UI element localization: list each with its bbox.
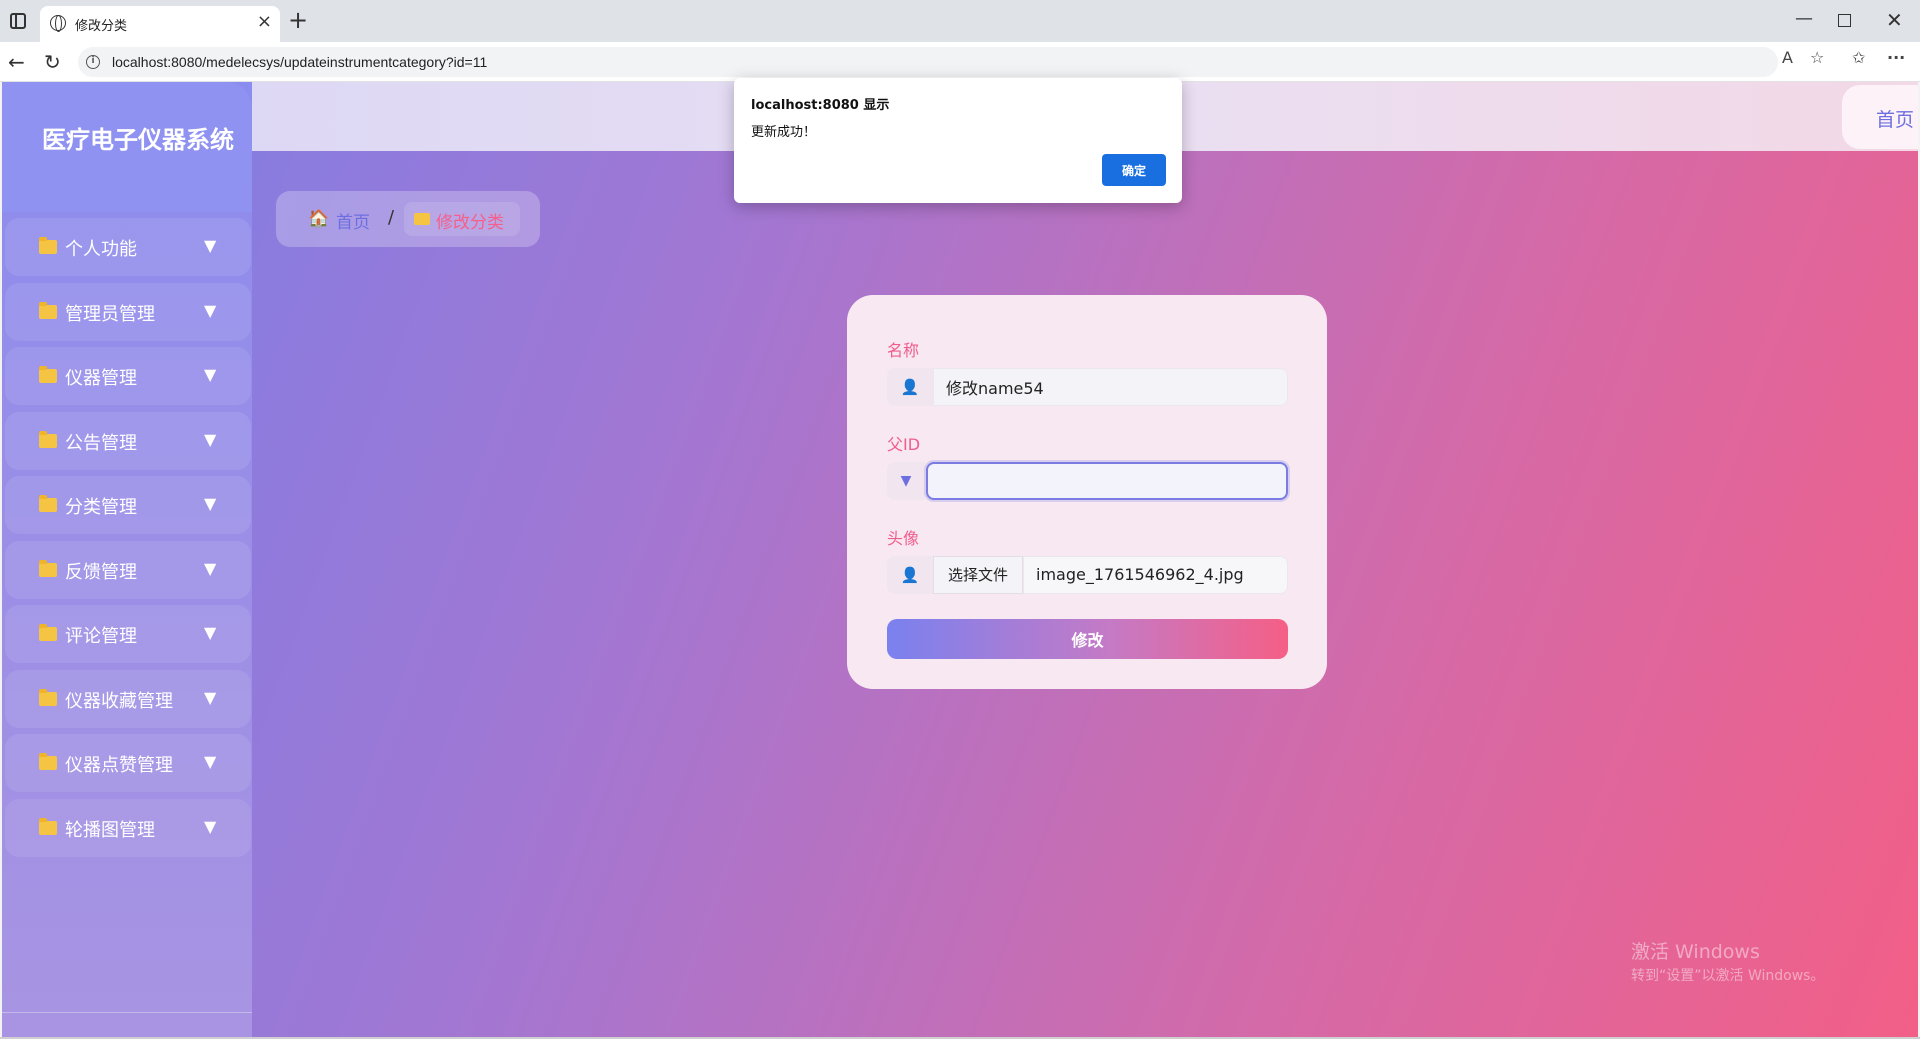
chevron-down-icon: ▼ — [204, 236, 217, 255]
folder-icon — [39, 237, 57, 254]
sidebar-item-label: 分类管理 — [65, 497, 137, 518]
alert-ok-button[interactable]: 确定 — [1102, 154, 1166, 186]
alert-title: localhost:8080 显示 — [751, 98, 890, 113]
system-title: 医疗电子仪器系统 — [42, 126, 234, 154]
close-window-button[interactable]: ✕ — [1886, 8, 1903, 32]
sidebar-item-label: 仪器点赞管理 — [65, 755, 173, 776]
sidebar-item-label: 仪器收藏管理 — [65, 690, 173, 712]
folder-icon — [39, 753, 57, 770]
avatar-input-group: 👤 选择文件 image_1761546962_4.jpg — [887, 556, 1288, 594]
favorites-icon[interactable]: ✩ — [1852, 48, 1865, 67]
parent-id-select[interactable] — [926, 462, 1288, 500]
browser-tab[interactable]: 修改分类 × — [40, 6, 280, 42]
folder-icon — [39, 366, 57, 383]
folder-icon — [39, 624, 57, 641]
sidebar-item-personal[interactable]: 个人功能 ▼ — [5, 218, 251, 276]
site-info-icon[interactable]: i — [86, 55, 100, 69]
url-text[interactable]: localhost:8080/medelecsys/updateinstrume… — [112, 54, 487, 70]
folder-icon — [39, 495, 57, 512]
sidebar-header: 医疗电子仪器系统 — [2, 82, 252, 212]
globe-icon — [50, 15, 66, 32]
browser-tab-bar: 修改分类 × + — ✕ — [0, 0, 1920, 42]
folder-icon — [39, 817, 57, 835]
activation-watermark-text: 转到“设置”以激活 Windows。 — [1631, 968, 1825, 984]
sidebar-item-label: 评论管理 — [65, 626, 137, 647]
avatar-label: 头像 — [887, 529, 920, 548]
tab-actions-icon[interactable] — [10, 13, 26, 29]
sidebar-item-feedback[interactable]: 反馈管理 ▼ — [5, 540, 251, 599]
sidebar-item-label: 个人功能 — [65, 239, 137, 260]
sidebar-item-label: 反馈管理 — [65, 561, 137, 583]
chevron-down-icon: ▼ — [204, 365, 217, 384]
breadcrumb-home-link[interactable]: 首页 — [336, 208, 370, 233]
folder-icon — [39, 559, 57, 577]
home-icon: 🏠 — [308, 209, 330, 229]
name-input-group: 👤 — [887, 368, 1288, 406]
sidebar-item-comment[interactable]: 评论管理 ▼ — [5, 605, 251, 663]
sidebar-item-category[interactable]: 分类管理 ▼ — [5, 476, 251, 534]
chevron-down-icon[interactable]: ▼ — [887, 462, 925, 500]
maximize-button[interactable] — [1838, 14, 1851, 27]
submit-button[interactable]: 修改 — [887, 619, 1288, 659]
sidebar-item-label: 轮播图管理 — [65, 819, 155, 841]
url-field[interactable]: i localhost:8080/medelecsys/updateinstru… — [78, 47, 1778, 77]
chevron-down-icon: ▼ — [204, 429, 217, 449]
reload-icon[interactable]: ↻ — [44, 50, 61, 74]
sidebar-item-collect[interactable]: 仪器收藏管理 ▼ — [5, 669, 251, 728]
file-name-display: image_1761546962_4.jpg — [1023, 556, 1288, 594]
sidebar-item-label: 公告管理 — [65, 432, 137, 454]
parent-id-input-group: ▼ — [887, 462, 1288, 500]
sidebar-item-label: 仪器管理 — [65, 368, 137, 389]
folder-icon — [39, 688, 57, 706]
sidebar-item-admin[interactable]: 管理员管理 ▼ — [5, 282, 251, 341]
folder-icon — [39, 301, 57, 319]
tab-close-icon[interactable]: × — [257, 12, 272, 32]
breadcrumb: 🏠 首页 / 修改分类 — [276, 191, 540, 247]
parent-id-label: 父ID — [887, 435, 921, 454]
choose-file-button[interactable]: 选择文件 — [933, 556, 1023, 594]
folder-icon — [414, 213, 430, 225]
divider — [2, 1012, 252, 1013]
chevron-down-icon: ▼ — [204, 752, 217, 771]
chevron-down-icon: ▼ — [204, 623, 217, 642]
favorite-star-icon[interactable]: ☆ — [1810, 48, 1824, 67]
alert-message: 更新成功！ — [751, 125, 817, 140]
address-bar: ← ↻ i localhost:8080/medelecsys/updatein… — [0, 42, 1920, 82]
edit-category-form: 名称 👤 父ID ▼ 头像 👤 选择文件 image_1761546962_4.… — [847, 295, 1327, 689]
breadcrumb-separator: / — [388, 207, 395, 228]
sidebar: 医疗电子仪器系统 个人功能 ▼ 管理员管理 ▼ 仪器管理 ▼ 公告管理 ▼ 分类… — [2, 82, 252, 1037]
top-nav: 首页 退出 — [1842, 85, 1918, 149]
user-icon: 👤 — [887, 556, 933, 594]
user-icon: 👤 — [887, 368, 933, 406]
minimize-button[interactable]: — — [1795, 8, 1813, 29]
alert-dialog: localhost:8080 显示 更新成功！ 确定 — [734, 78, 1182, 203]
sidebar-item-instrument[interactable]: 仪器管理 ▼ — [5, 347, 251, 405]
activation-watermark-title: 激活 Windows — [1631, 941, 1760, 963]
more-menu-icon[interactable]: ··· — [1887, 48, 1905, 67]
read-aloud-icon[interactable]: A — [1782, 48, 1793, 67]
name-input[interactable] — [933, 368, 1288, 406]
tab-title: 修改分类 — [75, 19, 128, 34]
sidebar-menu: 个人功能 ▼ 管理员管理 ▼ 仪器管理 ▼ 公告管理 ▼ 分类管理 ▼ 反馈管理… — [5, 218, 251, 863]
sidebar-item-label: 管理员管理 — [65, 303, 155, 325]
chevron-down-icon: ▼ — [204, 687, 217, 707]
new-tab-button[interactable]: + — [288, 8, 308, 32]
page-viewport: 首页 退出 医疗电子仪器系统 个人功能 ▼ 管理员管理 ▼ 仪器管理 ▼ — [2, 82, 1918, 1037]
chevron-down-icon: ▼ — [204, 494, 217, 513]
name-label: 名称 — [887, 341, 920, 360]
chevron-down-icon: ▼ — [204, 300, 217, 320]
nav-home-link[interactable]: 首页 — [1876, 105, 1914, 132]
breadcrumb-current-label: 修改分类 — [436, 213, 504, 233]
folder-icon — [39, 430, 57, 448]
breadcrumb-current: 修改分类 — [404, 202, 520, 236]
back-arrow-icon[interactable]: ← — [8, 50, 25, 74]
chevron-down-icon: ▼ — [204, 558, 217, 578]
sidebar-item-notice[interactable]: 公告管理 ▼ — [5, 411, 251, 470]
chevron-down-icon: ▼ — [204, 816, 217, 836]
sidebar-item-carousel[interactable]: 轮播图管理 ▼ — [5, 798, 251, 857]
sidebar-item-like[interactable]: 仪器点赞管理 ▼ — [5, 734, 251, 792]
